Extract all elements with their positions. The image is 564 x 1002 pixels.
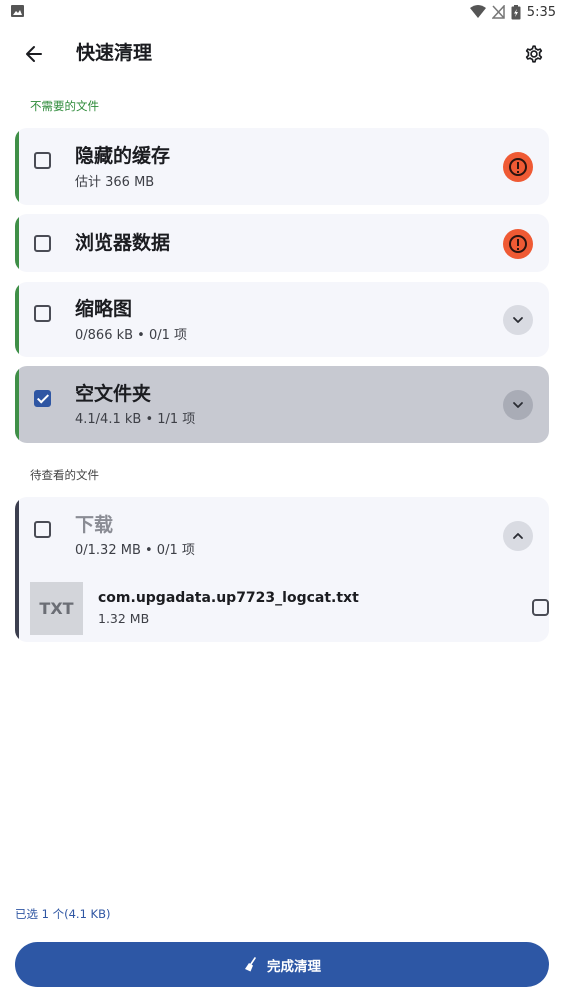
card-subtitle: 0/1.32 MB • 0/1 项 bbox=[75, 543, 195, 558]
arrow-left-icon bbox=[26, 46, 42, 62]
file-size: 1.32 MB bbox=[98, 611, 150, 626]
card-checkbox[interactable] bbox=[34, 235, 51, 252]
category-card-downloads[interactable]: 下载 0/1.32 MB • 0/1 项 TXT com.upgadata.up… bbox=[15, 497, 549, 642]
card-checkbox[interactable] bbox=[34, 521, 51, 538]
card-title: 隐藏的缓存 bbox=[75, 145, 171, 167]
card-accent-bar bbox=[15, 366, 19, 443]
status-bar: 5:35 bbox=[0, 0, 564, 24]
category-card-browser-data[interactable]: 浏览器数据 bbox=[15, 214, 549, 272]
chevron-down-icon bbox=[513, 402, 523, 408]
page-title: 快速清理 bbox=[76, 42, 153, 64]
category-card-hidden-cache[interactable]: 隐藏的缓存 估计 366 MB bbox=[15, 128, 549, 205]
section-label-review: 待查看的文件 bbox=[30, 468, 99, 482]
chevron-down-icon bbox=[513, 317, 523, 323]
card-accent-bar bbox=[15, 128, 19, 205]
category-card-empty-folders[interactable]: 空文件夹 4.1/4.1 kB • 1/1 项 bbox=[15, 366, 549, 443]
card-title: 缩略图 bbox=[75, 298, 133, 320]
card-checkbox[interactable] bbox=[34, 305, 51, 322]
back-button[interactable] bbox=[20, 40, 48, 68]
category-card-thumbnails[interactable]: 缩略图 0/866 kB • 0/1 项 bbox=[15, 282, 549, 357]
status-time: 5:35 bbox=[526, 4, 556, 20]
file-thumbnail: TXT bbox=[30, 582, 83, 635]
chevron-up-icon bbox=[513, 533, 523, 539]
finish-cleanup-button[interactable]: 完成清理 bbox=[15, 942, 549, 987]
card-title: 浏览器数据 bbox=[75, 232, 171, 254]
card-title: 空文件夹 bbox=[75, 383, 152, 405]
card-subtitle: 估计 366 MB bbox=[75, 175, 155, 190]
file-name: com.upgadata.up7723_logcat.txt bbox=[98, 590, 359, 606]
file-checkbox[interactable] bbox=[532, 599, 549, 616]
warning-icon[interactable] bbox=[503, 152, 533, 182]
selection-summary: 已选 1 个(4.1 KB) bbox=[15, 907, 111, 921]
battery-charging-icon bbox=[511, 4, 521, 19]
wifi-icon bbox=[469, 5, 486, 18]
broom-icon bbox=[245, 956, 256, 971]
expand-button[interactable] bbox=[503, 305, 533, 335]
finish-cleanup-label: 完成清理 bbox=[267, 958, 321, 975]
card-subtitle: 0/866 kB • 0/1 项 bbox=[75, 328, 188, 343]
card-accent-bar bbox=[15, 214, 19, 272]
warning-icon[interactable] bbox=[503, 229, 533, 259]
settings-button[interactable] bbox=[520, 40, 548, 68]
gear-icon bbox=[525, 45, 543, 63]
card-subtitle: 4.1/4.1 kB • 1/1 项 bbox=[75, 412, 196, 427]
card-accent-bar bbox=[15, 282, 19, 357]
card-accent-bar bbox=[15, 497, 19, 642]
section-label-unneeded: 不需要的文件 bbox=[30, 99, 99, 113]
app-bar: 快速清理 bbox=[0, 24, 564, 80]
collapse-button[interactable] bbox=[503, 521, 533, 551]
image-notification-icon bbox=[11, 5, 24, 17]
file-row[interactable]: TXT com.upgadata.up7723_logcat.txt 1.32 … bbox=[30, 567, 549, 637]
card-checkbox[interactable] bbox=[34, 390, 51, 407]
no-signal-icon bbox=[491, 5, 505, 19]
card-checkbox[interactable] bbox=[34, 152, 51, 169]
card-title: 下载 bbox=[75, 514, 114, 536]
expand-button[interactable] bbox=[503, 390, 533, 420]
